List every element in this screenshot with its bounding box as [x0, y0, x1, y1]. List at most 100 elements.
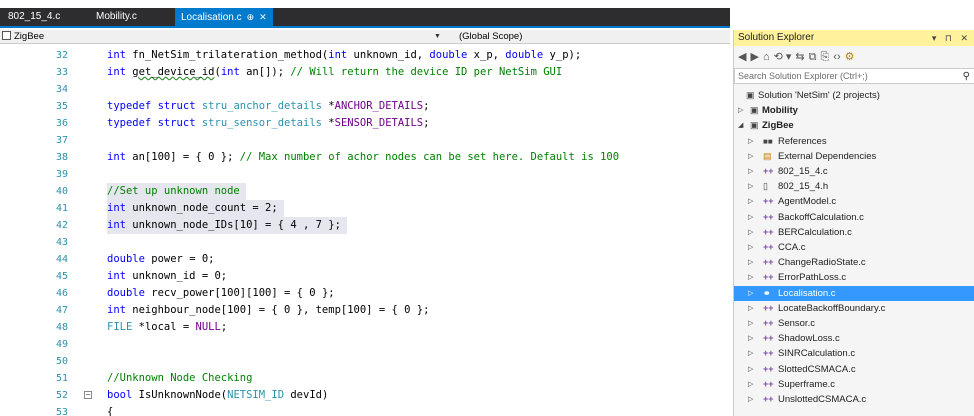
tree-item[interactable]: ▷ ++ ShadowLoss.c — [734, 331, 974, 346]
expand-arrow-icon[interactable]: ▷ — [748, 149, 753, 164]
expand-arrow-icon[interactable]: ▷ — [748, 331, 753, 346]
expand-arrow-icon[interactable]: ▷ — [748, 362, 753, 377]
code-line[interactable]: 34 — [0, 81, 730, 98]
code-line[interactable]: 46 double recv_power[100][100] = { 0 }; — [0, 285, 730, 302]
close-icon[interactable]: ✕ — [259, 12, 267, 22]
expand-arrow-icon[interactable]: ▷ — [748, 377, 753, 392]
panel-title: Solution Explorer — [738, 32, 815, 43]
expand-arrow-icon[interactable]: ▷ — [738, 103, 743, 118]
tree-item[interactable]: ▷ ▤ External Dependencies — [734, 149, 974, 164]
tree-item[interactable]: ▷ ■■ References — [734, 134, 974, 149]
tree-item-label: Solution 'NetSim' (2 projects) — [758, 90, 880, 101]
search-placeholder: Search Solution Explorer (Ctrl+;) — [738, 71, 868, 81]
code-line[interactable]: 38 int an[100] = { 0 }; // Max number of … — [0, 149, 730, 166]
tree-item[interactable]: ▷ ++ ErrorPathLoss.c — [734, 270, 974, 285]
expand-arrow-icon[interactable]: ▷ — [748, 270, 753, 285]
line-number: 47 — [55, 305, 68, 316]
expand-arrow-icon[interactable]: ▷ — [748, 255, 753, 270]
collapse-icon[interactable]: − — [84, 391, 92, 399]
scope-dropdown[interactable]: (Global Scope) — [459, 31, 522, 43]
code-line[interactable]: 44 double power = 0; — [0, 251, 730, 268]
expand-arrow-icon[interactable]: ▷ — [748, 164, 753, 179]
toolbar-icon[interactable]: ▶ — [750, 51, 758, 63]
expand-arrow-icon[interactable]: ◢ — [738, 118, 743, 133]
tree-item[interactable]: ▷ ++ AgentModel.c — [734, 194, 974, 209]
toolbar-icon[interactable]: ⧉ — [809, 51, 817, 63]
code-line[interactable]: 42 int unknown_node_IDs[10] = { 4 , 7 }; — [0, 217, 730, 234]
tab-802-15-4-c[interactable]: 802_15_4.c — [2, 8, 66, 26]
expand-arrow-icon[interactable]: ▷ — [748, 134, 753, 149]
code-line[interactable]: 43 — [0, 234, 730, 251]
code-text: { — [107, 406, 114, 416]
code-line[interactable]: 39 — [0, 166, 730, 183]
line-number: 34 — [55, 84, 68, 95]
line-number: 45 — [55, 271, 68, 282]
tab-mobility-c[interactable]: Mobility.c — [90, 8, 143, 26]
tree-item[interactable]: ▷ ++ Superframe.c — [734, 377, 974, 392]
line-number: 48 — [55, 322, 68, 333]
toolbar-icon[interactable]: ⌂ — [763, 51, 770, 63]
code-line[interactable]: 49 — [0, 336, 730, 353]
tab-localisation-c[interactable]: Localisation.c ⊕ ✕ — [175, 8, 273, 26]
tree-item[interactable]: ▷ ++ 802_15_4.c — [734, 164, 974, 179]
tree-item[interactable]: ▣ Solution 'NetSim' (2 projects) — [734, 88, 974, 103]
code-line[interactable]: 36 typedef struct stru_sensor_details *SE… — [0, 115, 730, 132]
explorer-toolbar: ◀ ▶ ⌂ ⟲ ▾ ⇆ ⧉ ⎘ ‹› ⚙ — [734, 48, 974, 66]
code-line[interactable]: 32 int fn_NetSim_trilateration_method(int… — [0, 47, 730, 64]
code-line[interactable]: 51 //Unknown Node Checking — [0, 370, 730, 387]
code-text: bool IsUnknownNode(NETSIM_ID devId) — [107, 389, 329, 401]
expand-arrow-icon[interactable]: ▷ — [748, 240, 753, 255]
expand-arrow-icon[interactable]: ▷ — [748, 179, 753, 194]
code-line[interactable]: 41 int unknown_node_count = 2; — [0, 200, 730, 217]
line-number: 42 — [55, 220, 68, 231]
toolbar-icon[interactable]: ⇆ — [795, 51, 804, 63]
expand-arrow-icon[interactable]: ▷ — [748, 286, 753, 301]
search-input[interactable]: Search Solution Explorer (Ctrl+;) ⚲ — [734, 68, 974, 84]
expand-arrow-icon[interactable]: ▷ — [748, 316, 753, 331]
toolbar-icon[interactable]: ‹› — [833, 51, 840, 63]
solution-explorer-title: Solution Explorer ▾ ⊓ ✕ — [734, 30, 974, 46]
expand-arrow-icon[interactable]: ▷ — [748, 346, 753, 361]
tree-item[interactable]: ▷ ++ BERCalculation.c — [734, 225, 974, 240]
toolbar-icon[interactable]: ⟲ ▾ — [774, 51, 792, 63]
code-line[interactable]: 53 { — [0, 404, 730, 416]
tree-item[interactable]: ▷ ▯ 802_15_4.h — [734, 179, 974, 194]
code-area[interactable]: 32 int fn_NetSim_trilateration_method(int… — [0, 47, 730, 416]
code-line[interactable]: 52 − bool IsUnknownNode(NETSIM_ID devId) — [0, 387, 730, 404]
tree-item[interactable]: ▷ ▣ Mobility — [734, 103, 974, 118]
chevron-down-icon[interactable]: ▼ — [434, 31, 441, 43]
tree-item[interactable]: ▷ ++ ChangeRadioState.c — [734, 255, 974, 270]
project-dropdown[interactable]: ZigBee — [2, 31, 44, 43]
tree-item[interactable]: ▷ ++ SINRCalculation.c — [734, 346, 974, 361]
tree-item[interactable]: ▷ ++ CCA.c — [734, 240, 974, 255]
code-line[interactable]: 50 — [0, 353, 730, 370]
pin-icon[interactable]: ⊕ — [247, 12, 255, 22]
expand-arrow-icon[interactable]: ▷ — [748, 194, 753, 209]
tree-item[interactable]: ▷ ++ Sensor.c — [734, 316, 974, 331]
code-line[interactable]: 47 int neighbour_node[100] = { 0 }, temp[… — [0, 302, 730, 319]
code-text: int unknown_node_IDs[10] = { 4 , 7 }; — [107, 217, 347, 234]
tree-item[interactable]: ◢ ▣ ZigBee — [734, 118, 974, 133]
expand-arrow-icon[interactable]: ▷ — [748, 301, 753, 316]
tree-item[interactable]: ▷ ++ LocateBackoffBoundary.c — [734, 301, 974, 316]
tree-item[interactable]: ▷ ++ UnslottedCSMACA.c — [734, 392, 974, 407]
code-line[interactable]: 33 int get_device_id(int an[]); // Will r… — [0, 64, 730, 81]
search-icon[interactable]: ⚲ — [963, 69, 970, 84]
line-number: 50 — [55, 356, 68, 367]
code-line[interactable]: 40 //Set up unknown node — [0, 183, 730, 200]
document-tab-bar: 802_15_4.c Mobility.c Localisation.c ⊕ ✕ — [0, 8, 730, 28]
code-line[interactable]: 35 typedef struct stru_anchor_details *AN… — [0, 98, 730, 115]
expand-arrow-icon[interactable]: ▷ — [748, 210, 753, 225]
code-line[interactable]: 48 FILE *local = NULL; — [0, 319, 730, 336]
tree-item[interactable]: ▷ ⚭ Localisation.c — [734, 285, 974, 301]
tree-item[interactable]: ▷ ++ BackoffCalculation.c — [734, 210, 974, 225]
code-line[interactable]: 37 — [0, 132, 730, 149]
toolbar-icon[interactable]: ⎘ — [820, 51, 829, 63]
code-line[interactable]: 45 int unknown_id = 0; — [0, 268, 730, 285]
toolbar-icon[interactable]: ⚙ — [845, 51, 855, 63]
expand-arrow-icon[interactable]: ▷ — [748, 225, 753, 240]
window-controls[interactable]: ▾ ⊓ ✕ — [932, 30, 971, 46]
toolbar-icon[interactable]: ◀ — [738, 51, 746, 63]
expand-arrow-icon[interactable]: ▷ — [748, 392, 753, 407]
tree-item[interactable]: ▷ ++ SlottedCSMACA.c — [734, 362, 974, 377]
